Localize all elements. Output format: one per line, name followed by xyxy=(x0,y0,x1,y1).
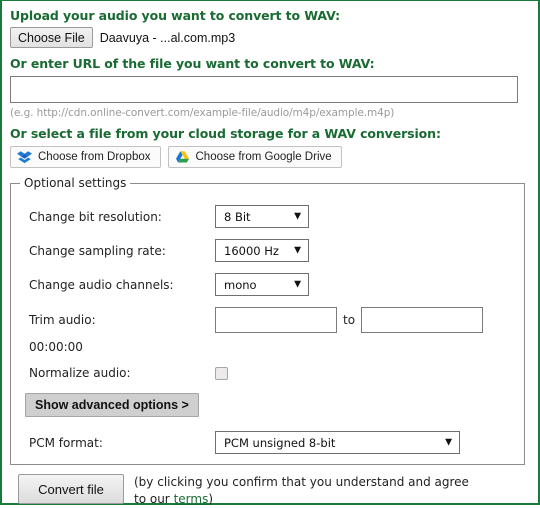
normalize-audio-row: Normalize audio: xyxy=(11,362,524,384)
chevron-down-icon: ▼ xyxy=(294,279,301,289)
bit-resolution-value: 8 Bit xyxy=(224,209,251,224)
normalize-audio-label: Normalize audio: xyxy=(29,366,131,380)
trim-end-input[interactable] xyxy=(361,307,484,333)
show-advanced-options-button[interactable]: Show advanced options > xyxy=(25,393,199,417)
chevron-down-icon: ▼ xyxy=(294,211,301,221)
pcm-format-label: PCM format: xyxy=(29,435,103,450)
dropbox-icon xyxy=(17,150,32,165)
trim-start-input[interactable] xyxy=(215,307,337,333)
audio-channels-label: Change audio channels: xyxy=(29,277,174,292)
normalize-audio-checkbox[interactable] xyxy=(215,366,228,380)
pcm-format-row: PCM format: PCM unsigned 8-bit ▼ xyxy=(11,431,524,454)
sampling-rate-select[interactable]: 16000 Hz ▼ xyxy=(215,239,309,262)
optional-settings-legend: Optional settings xyxy=(24,176,127,190)
choose-from-google-drive-button[interactable]: Choose from Google Drive xyxy=(167,146,342,168)
page-content: Upload your audio you want to convert to… xyxy=(2,1,538,508)
google-drive-icon xyxy=(175,150,190,165)
audio-channels-row: Change audio channels: mono ▼ xyxy=(11,273,524,296)
audio-duration: 00:00:00 xyxy=(29,340,83,354)
bit-resolution-row: Change bit resolution: 8 Bit ▼ xyxy=(11,205,524,228)
terms-note-suffix: ) xyxy=(208,492,214,506)
bit-resolution-select[interactable]: 8 Bit ▼ xyxy=(215,205,309,228)
dropbox-button-label: Choose from Dropbox xyxy=(38,151,151,163)
chevron-down-icon: ▼ xyxy=(294,245,301,255)
terms-note: (by clicking you confirm that you unders… xyxy=(134,474,469,508)
terms-link[interactable]: terms xyxy=(174,492,209,506)
terms-note-line1: (by clicking you confirm that you unders… xyxy=(134,475,469,489)
cloud-storage-heading: Or select a file from your cloud storage… xyxy=(10,126,441,141)
google-drive-button-label: Choose from Google Drive xyxy=(195,151,332,163)
sampling-rate-label: Change sampling rate: xyxy=(29,243,166,258)
convert-file-button[interactable]: Convert file xyxy=(18,474,124,504)
choose-from-dropbox-button[interactable]: Choose from Dropbox xyxy=(10,146,161,168)
optional-settings-fieldset: Optional settings Change bit resolution:… xyxy=(10,176,525,465)
url-heading: Or enter URL of the file you want to con… xyxy=(10,56,375,71)
selected-file-name: Daavuya - ...al.com.mp3 xyxy=(99,30,236,45)
pcm-format-select[interactable]: PCM unsigned 8-bit ▼ xyxy=(215,431,460,454)
audio-channels-select[interactable]: mono ▼ xyxy=(215,273,309,296)
sampling-rate-row: Change sampling rate: 16000 Hz ▼ xyxy=(11,239,524,262)
chevron-down-icon: ▼ xyxy=(445,437,452,447)
audio-channels-value: mono xyxy=(224,277,257,292)
trim-audio-row: Trim audio: to xyxy=(11,307,524,333)
pcm-format-value: PCM unsigned 8-bit xyxy=(224,435,336,450)
trim-to-label: to xyxy=(343,313,356,327)
url-hint: (e.g. http://cdn.online-convert.com/exam… xyxy=(10,107,395,119)
url-input[interactable] xyxy=(10,76,518,103)
sampling-rate-value: 16000 Hz xyxy=(224,243,279,258)
footer-row: Convert file (by clicking you confirm th… xyxy=(10,465,530,508)
cloud-buttons-row: Choose from Dropbox Choose from Google D… xyxy=(10,146,530,168)
bit-resolution-label: Change bit resolution: xyxy=(29,209,162,224)
terms-note-prefix: to our xyxy=(134,492,174,506)
upload-heading: Upload your audio you want to convert to… xyxy=(10,8,341,23)
choose-file-button[interactable]: Choose File xyxy=(10,27,93,48)
trim-audio-label: Trim audio: xyxy=(29,313,96,327)
file-upload-row: Choose File Daavuya - ...al.com.mp3 xyxy=(10,27,530,48)
converter-page: Upload your audio you want to convert to… xyxy=(0,0,540,508)
